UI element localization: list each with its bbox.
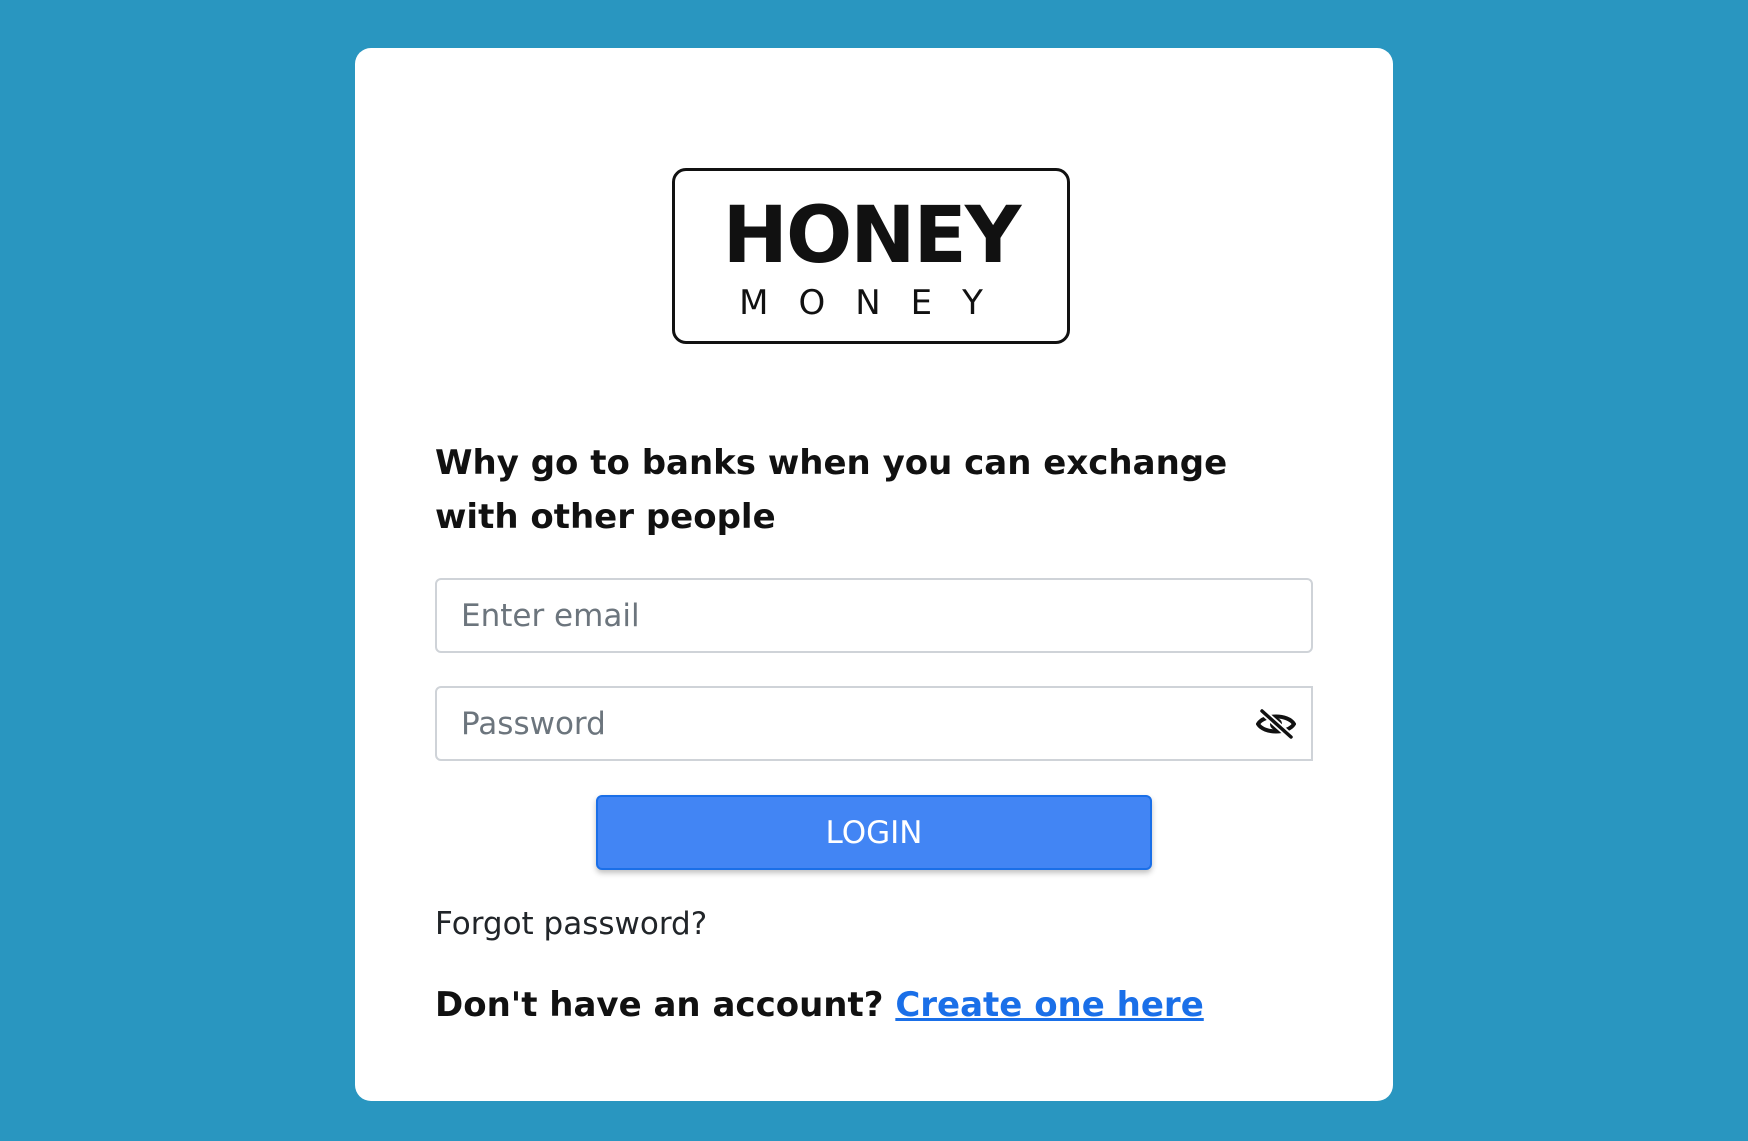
password-input[interactable]	[461, 688, 1221, 759]
logo-sub-text: MONEY	[739, 283, 1013, 323]
signup-row: Don't have an account? Create one here	[435, 985, 1204, 1025]
create-account-link[interactable]: Create one here	[895, 985, 1203, 1025]
tagline: Why go to banks when you can exchange wi…	[435, 443, 1228, 537]
login-button[interactable]: LOGIN	[596, 795, 1152, 870]
login-card: HONEY MONEY Why go to banks when you can…	[355, 48, 1393, 1101]
honey-money-logo: HONEY MONEY	[672, 168, 1070, 344]
email-field	[435, 578, 1313, 653]
email-input[interactable]	[461, 580, 1291, 651]
password-field	[435, 686, 1313, 761]
forgot-password-link[interactable]: Forgot password?	[435, 906, 707, 942]
signup-prompt: Don't have an account?	[435, 985, 884, 1025]
logo-main-text: HONEY	[722, 191, 1022, 281]
eye-slash-icon[interactable]	[1241, 688, 1311, 759]
